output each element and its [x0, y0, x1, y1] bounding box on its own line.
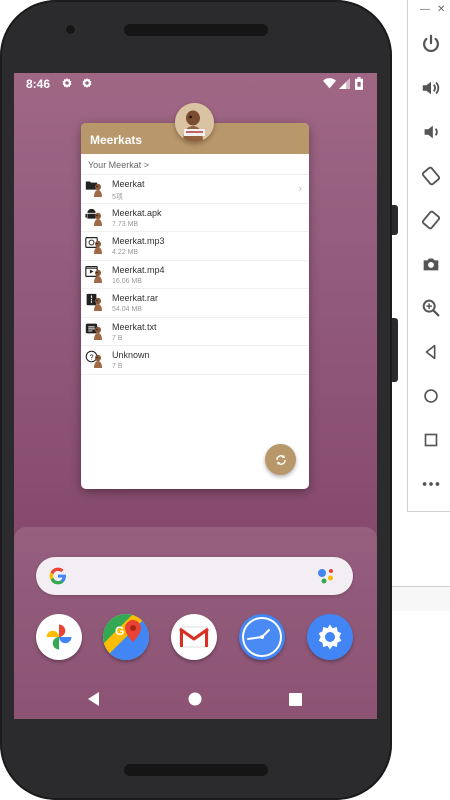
- navigation-bar: [14, 677, 377, 719]
- list-item[interactable]: Meerkat.apk 7.73 MB: [81, 204, 309, 232]
- google-assistant-icon[interactable]: [317, 567, 337, 585]
- emulator-window: — ✕ 8:46 Meerkats Your Meerkat > Meerkat…: [0, 0, 450, 800]
- front-camera: [64, 23, 77, 36]
- status-time: 8:46: [26, 77, 51, 91]
- list-item[interactable]: Meerkat 5项 ›: [81, 175, 309, 204]
- svg-text:G: G: [115, 624, 124, 638]
- maps-app-icon[interactable]: G: [103, 614, 149, 660]
- close-icon[interactable]: ✕: [437, 4, 445, 15]
- meerkat-thumbnail: [94, 269, 102, 283]
- app-icon[interactable]: [175, 103, 214, 142]
- signal-icon: [339, 78, 350, 89]
- minimize-icon[interactable]: —: [420, 4, 430, 15]
- rotate-right-icon[interactable]: [408, 202, 450, 238]
- volume-key: [392, 318, 398, 382]
- status-bar: 8:46: [14, 73, 377, 95]
- settings-notification-icon: [62, 78, 72, 88]
- meerkat-thumbnail: [94, 212, 102, 226]
- meerkat-app-icon: [175, 103, 214, 142]
- gmail-app-icon[interactable]: [171, 614, 217, 660]
- back-icon[interactable]: [408, 334, 450, 370]
- zoom-icon[interactable]: [408, 290, 450, 326]
- home-icon[interactable]: [408, 378, 450, 414]
- refresh-button[interactable]: [265, 444, 296, 475]
- overview-icon[interactable]: [408, 422, 450, 458]
- camera-icon[interactable]: [408, 246, 450, 282]
- volume-up-icon[interactable]: [408, 70, 450, 106]
- bottom-speaker: [124, 764, 268, 776]
- list-item[interactable]: ? Unknown 7 B: [81, 346, 309, 375]
- overview-icon: [288, 692, 302, 706]
- wifi-icon: [323, 78, 336, 89]
- more-icon[interactable]: [408, 466, 450, 502]
- photos-app-icon[interactable]: [36, 614, 82, 660]
- meerkat-thumbnail: [94, 240, 102, 254]
- list-item[interactable]: Meerkat.txt 7 B: [81, 318, 309, 346]
- phone-screen: 8:46 Meerkats Your Meerkat > Meerkat 5项 …: [14, 73, 377, 719]
- background-window-edge: [390, 586, 450, 611]
- home-icon: [188, 692, 202, 706]
- list-item[interactable]: Meerkat.rar 54.04 MB: [81, 289, 309, 318]
- clock-app-icon[interactable]: [239, 614, 285, 660]
- meerkat-thumbnail: [94, 183, 102, 197]
- file-list: Meerkat 5项 › Meerkat.apk 7.73 MB Meerkat…: [81, 175, 309, 375]
- battery-icon: [355, 77, 363, 90]
- google-logo: [49, 567, 66, 585]
- breadcrumb[interactable]: Your Meerkat >: [81, 154, 309, 175]
- top-speaker: [124, 24, 268, 36]
- list-item[interactable]: Meerkat.mp3 4.22 MB: [81, 232, 309, 261]
- nav-home-button[interactable]: [185, 689, 205, 709]
- phone-frame: 8:46 Meerkats Your Meerkat > Meerkat 5项 …: [0, 0, 392, 800]
- meerkat-thumbnail: [94, 354, 102, 368]
- recent-app-card[interactable]: Meerkats Your Meerkat > Meerkat 5项 › Mee…: [81, 103, 309, 489]
- app-title: Meerkats: [90, 133, 143, 147]
- meerkat-thumbnail: [94, 297, 102, 311]
- nav-overview-button[interactable]: [285, 689, 305, 709]
- emulator-toolbar: — ✕: [407, 0, 450, 512]
- rotate-left-icon[interactable]: [408, 158, 450, 194]
- search-bar[interactable]: [36, 557, 353, 595]
- meerkat-thumbnail: [94, 326, 102, 340]
- list-item[interactable]: Meerkat.mp4 16.06 MB: [81, 261, 309, 289]
- volume-down-icon[interactable]: [408, 114, 450, 150]
- refresh-icon: [275, 454, 286, 465]
- power-icon[interactable]: [408, 26, 450, 62]
- settings-notification-icon: [82, 78, 92, 88]
- chevron-right-icon: ›: [298, 183, 302, 195]
- nav-back-button[interactable]: [84, 689, 104, 709]
- back-icon: [88, 692, 99, 706]
- power-key: [392, 205, 398, 235]
- settings-app-icon[interactable]: [307, 614, 353, 660]
